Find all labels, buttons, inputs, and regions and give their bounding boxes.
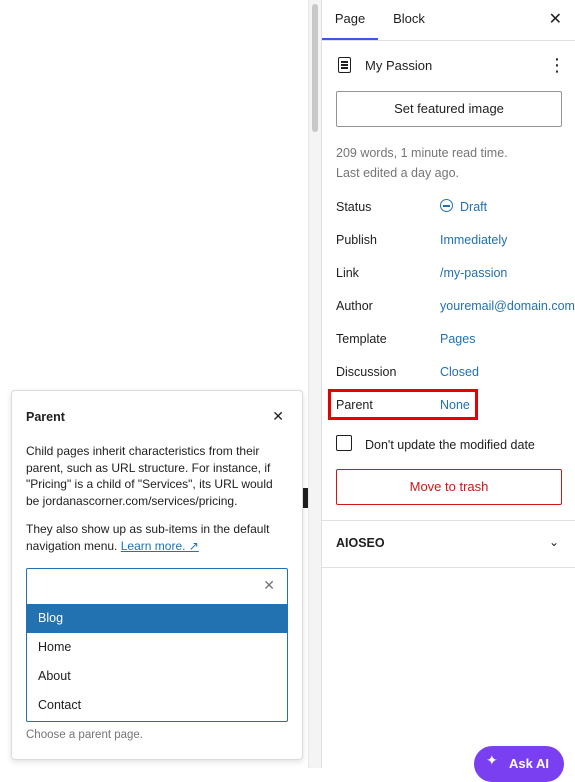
status-label: Status	[336, 200, 372, 214]
move-to-trash-button[interactable]: Move to trash	[336, 469, 562, 505]
editor-scrollbar-thumb[interactable]	[312, 4, 318, 132]
option-about[interactable]: About	[27, 662, 287, 691]
ask-ai-label: Ask AI	[509, 756, 549, 771]
word-count: 209 words, 1 minute read time.	[336, 146, 508, 160]
option-blog[interactable]: Blog	[27, 604, 287, 633]
publish-label: Publish	[336, 233, 377, 247]
link-value[interactable]: /my-passion	[440, 266, 507, 280]
dont-update-modified-date-label[interactable]: Don't update the modified date	[365, 438, 535, 452]
close-popover-icon[interactable]: ✕	[272, 408, 284, 424]
document-meta: 209 words, 1 minute read time. Last edit…	[336, 143, 508, 183]
learn-more-link[interactable]: Learn more. ↗	[121, 539, 199, 553]
divider	[322, 567, 575, 568]
last-edited: Last edited a day ago.	[336, 166, 460, 180]
publish-value[interactable]: Immediately	[440, 233, 507, 247]
document-card: My Passion ⋮	[336, 54, 566, 78]
option-contact[interactable]: Contact	[27, 691, 287, 720]
clear-icon[interactable]: ✕	[263, 577, 275, 594]
link-row: Link /my-passion	[336, 264, 575, 284]
template-value[interactable]: Pages	[440, 332, 475, 346]
popover-title: Parent	[26, 410, 65, 424]
editor-scrollbar[interactable]	[308, 0, 322, 768]
aioseo-panel-title[interactable]: AIOSEO	[336, 536, 385, 550]
tab-block[interactable]: Block	[386, 0, 432, 40]
dont-update-modified-date-checkbox[interactable]	[336, 435, 352, 451]
chevron-down-icon[interactable]: ⌄	[549, 535, 559, 549]
status-row: Status Draft	[336, 198, 575, 218]
parent-help-text: Choose a parent page.	[26, 729, 144, 741]
parent-highlight-box	[328, 389, 478, 420]
divider	[322, 520, 575, 521]
publish-row: Publish Immediately	[336, 231, 575, 251]
tab-page[interactable]: Page	[322, 0, 378, 40]
status-value[interactable]: Draft	[460, 200, 487, 214]
close-sidebar-icon[interactable]: ✕	[549, 10, 562, 30]
template-label: Template	[336, 332, 387, 346]
link-label: Link	[336, 266, 359, 280]
sidebar-tabs: Page Block ✕	[322, 0, 575, 41]
parent-page-combobox: ✕ Blog Home About Contact	[26, 568, 288, 722]
canvas-edge-marker	[303, 488, 308, 508]
discussion-label: Discussion	[336, 365, 397, 379]
parent-page-search-input[interactable]	[27, 569, 277, 602]
parent-popover: Parent ✕ Child pages inherit characteris…	[11, 390, 303, 760]
author-label: Author	[336, 299, 373, 313]
popover-description: Child pages inherit characteristics from…	[26, 444, 273, 508]
option-home[interactable]: Home	[27, 633, 287, 662]
discussion-value[interactable]: Closed	[440, 365, 479, 379]
author-row: Author youremail@domain.com	[336, 297, 575, 317]
more-options-icon[interactable]: ⋮	[548, 54, 566, 76]
template-row: Template Pages	[336, 330, 575, 350]
sparkle-icon: ✦	[486, 752, 498, 768]
draft-status-icon	[440, 199, 453, 212]
page-icon	[338, 57, 351, 73]
ask-ai-button[interactable]: ✦ Ask AI	[474, 746, 564, 782]
document-title: My Passion	[365, 58, 433, 73]
set-featured-image-button[interactable]: Set featured image	[336, 91, 562, 127]
discussion-row: Discussion Closed	[336, 363, 575, 383]
author-value[interactable]: youremail@domain.com	[440, 299, 575, 313]
settings-sidebar: Page Block ✕ My Passion ⋮ Set featured i…	[321, 0, 575, 768]
popover-description-secondary: They also show up as sub-items in the de…	[26, 521, 288, 554]
